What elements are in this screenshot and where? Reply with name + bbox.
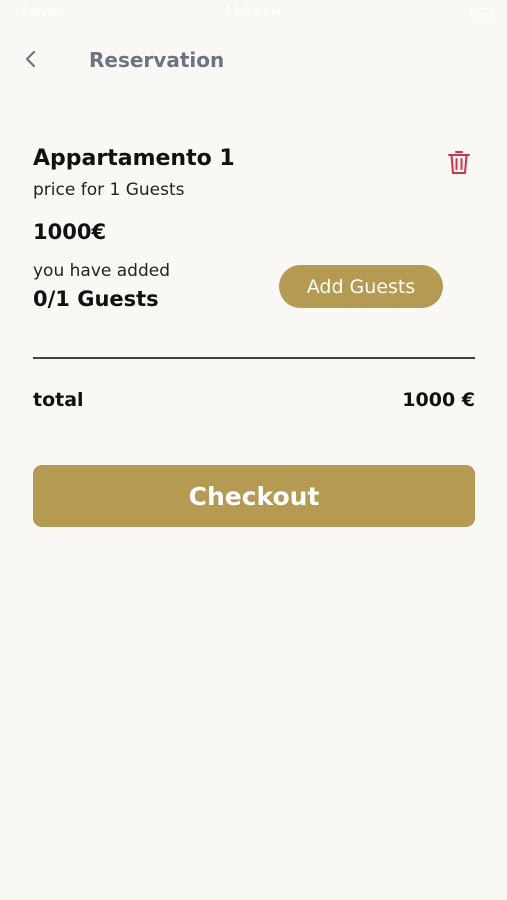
add-guests-button[interactable]: Add Guests — [279, 265, 443, 308]
item-title: Appartamento 1 — [33, 146, 235, 171]
status-bar: Carrier 12:19 PM — [0, 0, 507, 28]
reservation-item: Appartamento 1 price for 1 Guests 1000€ … — [33, 142, 475, 332]
page-title: Reservation — [89, 48, 225, 72]
back-button[interactable] — [18, 46, 44, 72]
guests-added-label: you have added — [33, 261, 171, 281]
item-price-description: price for 1 Guests — [33, 180, 185, 200]
trash-icon — [448, 151, 470, 174]
guest-count: 0/1 Guests — [33, 287, 159, 311]
checkout-button[interactable]: Checkout — [33, 465, 475, 527]
total-row: total 1000 € — [33, 389, 475, 417]
divider — [33, 357, 475, 359]
total-value: 1000 € — [402, 389, 475, 411]
chevron-left-icon — [25, 50, 36, 68]
total-label: total — [33, 389, 84, 411]
delete-item-button[interactable] — [443, 146, 475, 178]
item-price: 1000€ — [33, 220, 107, 244]
nav-bar: Reservation — [0, 40, 507, 80]
status-time: 12:19 PM — [225, 5, 282, 19]
battery-icon — [471, 8, 493, 19]
